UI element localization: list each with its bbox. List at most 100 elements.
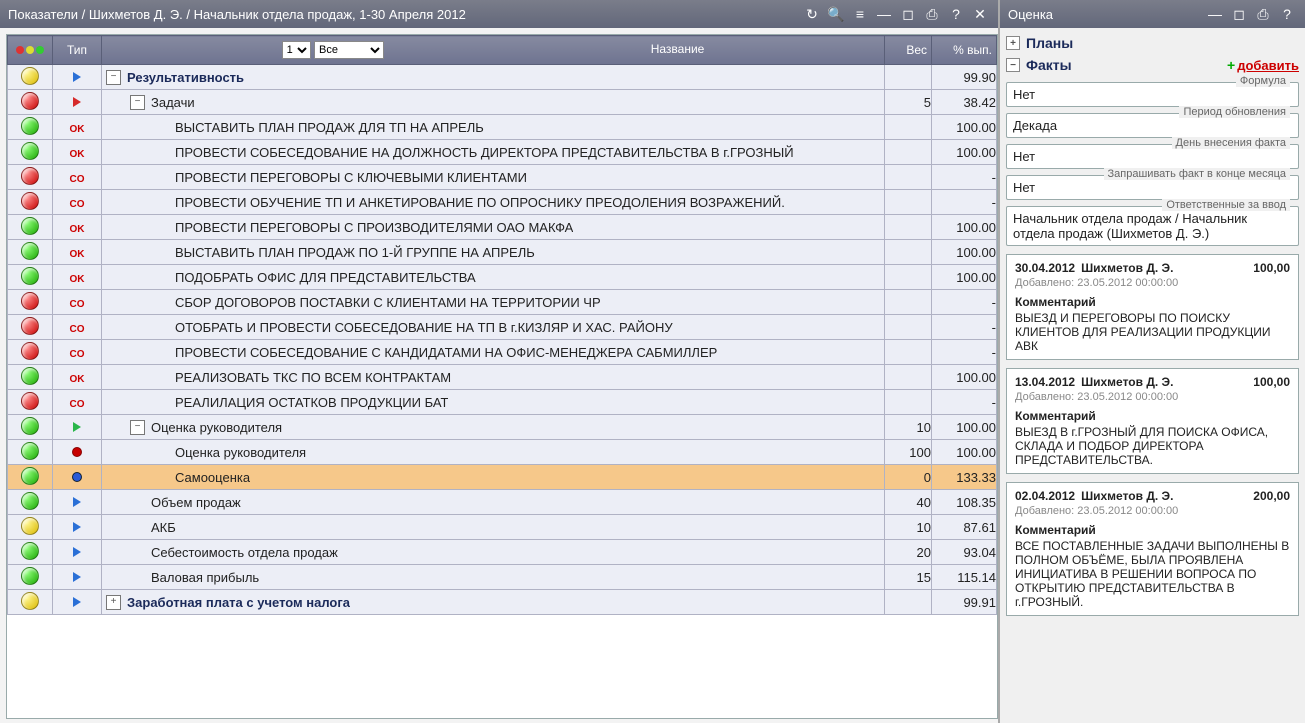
row-pct: - bbox=[992, 170, 996, 185]
entry-comment: ВЫЕЗД В г.ГРОЗНЫЙ ДЛЯ ПОИСКА ОФИСА, СКЛА… bbox=[1015, 425, 1290, 467]
plans-label: Планы bbox=[1026, 35, 1073, 51]
print-icon[interactable]: ⎙ bbox=[922, 4, 942, 24]
refresh-icon[interactable]: ↻ bbox=[802, 4, 822, 24]
tree-toggle-icon[interactable]: − bbox=[106, 70, 121, 85]
fact-entry[interactable]: 30.04.2012 Шихметов Д. Э.100,00 Добавлено:… bbox=[1006, 254, 1299, 360]
right-title: Оценка bbox=[1008, 7, 1201, 22]
col-type[interactable]: Тип bbox=[53, 36, 102, 65]
row-pct: 99.90 bbox=[963, 70, 996, 85]
col-pct[interactable]: % вып. bbox=[932, 36, 997, 65]
fact-entry[interactable]: 13.04.2012Шихметов Д. Э.100,00Добавлено:… bbox=[1006, 368, 1299, 474]
triangle-red-icon bbox=[73, 97, 81, 107]
type-text: CO bbox=[70, 399, 85, 410]
row-label: РЕАЛИЛАЦИЯ ОСТАТКОВ ПРОДУКЦИИ БАТ bbox=[175, 395, 448, 410]
row-pct: 100.00 bbox=[956, 370, 996, 385]
row-pct: 108.35 bbox=[956, 495, 996, 510]
triangle-blue-icon bbox=[73, 497, 81, 507]
table-row[interactable]: Оценка руководителя100100.00 bbox=[8, 440, 997, 465]
right-print-icon[interactable]: ⎙ bbox=[1253, 4, 1273, 24]
tree-toggle-icon[interactable]: + bbox=[106, 595, 121, 610]
table-row[interactable]: Себестоимость отдела продаж2093.04 bbox=[8, 540, 997, 565]
table-row[interactable]: OKПРОВЕСТИ ПЕРЕГОВОРЫ С ПРОИЗВОДИТЕЛЯМИ … bbox=[8, 215, 997, 240]
plans-expand-icon[interactable]: + bbox=[1006, 36, 1020, 50]
entry-author: Шихметов Д. Э. bbox=[1081, 261, 1253, 275]
status-dot-icon bbox=[21, 217, 39, 235]
table-row[interactable]: OKВЫСТАВИТЬ ПЛАН ПРОДАЖ ПО 1-Й ГРУППЕ НА… bbox=[8, 240, 997, 265]
field-value: Начальник отдела продаж / Начальник отде… bbox=[1013, 211, 1292, 241]
right-maximize-icon[interactable]: ◻ bbox=[1229, 4, 1249, 24]
triangle-blue-icon bbox=[73, 72, 81, 82]
type-text: OK bbox=[70, 149, 85, 160]
table-row[interactable]: COПРОВЕСТИ СОБЕСЕДОВАНИЕ С КАНДИДАТАМИ Н… bbox=[8, 340, 997, 365]
table-row[interactable]: АКБ1087.61 bbox=[8, 515, 997, 540]
row-weight: 10 bbox=[917, 420, 931, 435]
tree-toggle-icon[interactable]: − bbox=[130, 420, 145, 435]
right-help-icon[interactable]: ? bbox=[1277, 4, 1297, 24]
table-row[interactable]: −Результативность99.90 bbox=[8, 65, 997, 90]
type-text: CO bbox=[70, 299, 85, 310]
filter-select[interactable]: Все bbox=[314, 41, 384, 59]
table-row[interactable]: OKВЫСТАВИТЬ ПЛАН ПРОДАЖ ДЛЯ ТП НА АПРЕЛЬ… bbox=[8, 115, 997, 140]
list-icon[interactable]: ≡ bbox=[850, 4, 870, 24]
table-row[interactable]: −Задачи538.42 bbox=[8, 90, 997, 115]
facts-expand-icon[interactable]: − bbox=[1006, 58, 1020, 72]
table-row[interactable]: COОТОБРАТЬ И ПРОВЕСТИ СОБЕСЕДОВАНИЕ НА Т… bbox=[8, 315, 997, 340]
table-row[interactable]: Валовая прибыль15115.14 bbox=[8, 565, 997, 590]
status-dot-icon bbox=[21, 117, 39, 135]
triangle-blue-icon bbox=[73, 597, 81, 607]
entry-amount: 100,00 bbox=[1253, 261, 1290, 275]
facts-section[interactable]: − Факты +добавить bbox=[1006, 54, 1299, 76]
close-icon[interactable]: ✕ bbox=[970, 4, 990, 24]
row-label: ПРОВЕСТИ ПЕРЕГОВОРЫ С ПРОИЗВОДИТЕЛЯМИ ОА… bbox=[175, 220, 573, 235]
row-label: ПРОВЕСТИ ПЕРЕГОВОРЫ С КЛЮЧЕВЫМИ КЛИЕНТАМ… bbox=[175, 170, 527, 185]
field-4: Ответственные за вводНачальник отдела пр… bbox=[1006, 206, 1299, 246]
right-minimize-icon[interactable]: — bbox=[1205, 4, 1225, 24]
table-row[interactable]: Самооценка0133.33 bbox=[8, 465, 997, 490]
table-row[interactable]: COРЕАЛИЛАЦИЯ ОСТАТКОВ ПРОДУКЦИИ БАТ- bbox=[8, 390, 997, 415]
entry-comment-label: Комментарий bbox=[1015, 523, 1290, 537]
plans-section[interactable]: + Планы bbox=[1006, 32, 1299, 54]
tree-toggle-icon[interactable]: − bbox=[130, 95, 145, 110]
table-row[interactable]: −Оценка руководителя10100.00 bbox=[8, 415, 997, 440]
status-dot-icon bbox=[21, 467, 39, 485]
table-row[interactable]: Объем продаж40108.35 bbox=[8, 490, 997, 515]
status-dot-icon bbox=[21, 367, 39, 385]
table-row[interactable]: +Заработная плата с учетом налога99.91 bbox=[8, 590, 997, 615]
col-name: 1 Все Название bbox=[102, 36, 885, 65]
maximize-icon[interactable]: ◻ bbox=[898, 4, 918, 24]
table-row[interactable]: OKПРОВЕСТИ СОБЕСЕДОВАНИЕ НА ДОЛЖНОСТЬ ДИ… bbox=[8, 140, 997, 165]
row-label: ОТОБРАТЬ И ПРОВЕСТИ СОБЕСЕДОВАНИЕ НА ТП … bbox=[175, 320, 673, 335]
level-select[interactable]: 1 bbox=[282, 41, 311, 59]
table-row[interactable]: COСБОР ДОГОВОРОВ ПОСТАВКИ С КЛИЕНТАМИ НА… bbox=[8, 290, 997, 315]
table-row[interactable]: COПРОВЕСТИ ОБУЧЕНИЕ ТП И АНКЕТИРОВАНИЕ П… bbox=[8, 190, 997, 215]
type-text: OK bbox=[70, 274, 85, 285]
right-titlebar: Оценка — ◻ ⎙ ? bbox=[1000, 0, 1305, 28]
field-0: ФормулаНет bbox=[1006, 82, 1299, 107]
field-legend: Ответственные за ввод bbox=[1162, 199, 1290, 211]
table-row[interactable]: OKПОДОБРАТЬ ОФИС ДЛЯ ПРЕДСТАВИТЕЛЬСТВА10… bbox=[8, 265, 997, 290]
row-weight: 15 bbox=[917, 570, 931, 585]
type-text: CO bbox=[70, 174, 85, 185]
row-label: ПОДОБРАТЬ ОФИС ДЛЯ ПРЕДСТАВИТЕЛЬСТВА bbox=[175, 270, 476, 285]
row-pct: - bbox=[992, 295, 996, 310]
col-weight[interactable]: Вес bbox=[885, 36, 932, 65]
field-value: Нет bbox=[1013, 87, 1292, 102]
add-fact-link[interactable]: +добавить bbox=[1227, 57, 1299, 73]
row-weight: 40 bbox=[917, 495, 931, 510]
col-status[interactable] bbox=[8, 36, 53, 65]
table-row[interactable]: OKРЕАЛИЗОВАТЬ ТКС ПО ВСЕМ КОНТРАКТАМ100.… bbox=[8, 365, 997, 390]
entry-date: 30.04.2012 bbox=[1015, 261, 1075, 275]
type-text: OK bbox=[70, 124, 85, 135]
search-icon[interactable]: 🔍 bbox=[826, 4, 846, 24]
help-icon[interactable]: ? bbox=[946, 4, 966, 24]
row-pct: 100.00 bbox=[956, 120, 996, 135]
entry-amount: 100,00 bbox=[1253, 375, 1290, 389]
row-weight: 0 bbox=[924, 470, 931, 485]
status-dot-icon bbox=[21, 592, 39, 610]
entry-added: Добавлено: 23.05.2012 00:00:00 bbox=[1015, 277, 1290, 289]
fact-entry[interactable]: 02.04.2012Шихметов Д. Э.200,00Добавлено:… bbox=[1006, 482, 1299, 616]
field-legend: Формула bbox=[1236, 75, 1290, 87]
entry-added: Добавлено: 23.05.2012 00:00:00 bbox=[1015, 391, 1290, 403]
table-row[interactable]: CO ПРОВЕСТИ ПЕРЕГОВОРЫ С КЛЮЧЕВЫМИ КЛИЕНТ… bbox=[8, 165, 997, 190]
minimize-icon[interactable]: — bbox=[874, 4, 894, 24]
